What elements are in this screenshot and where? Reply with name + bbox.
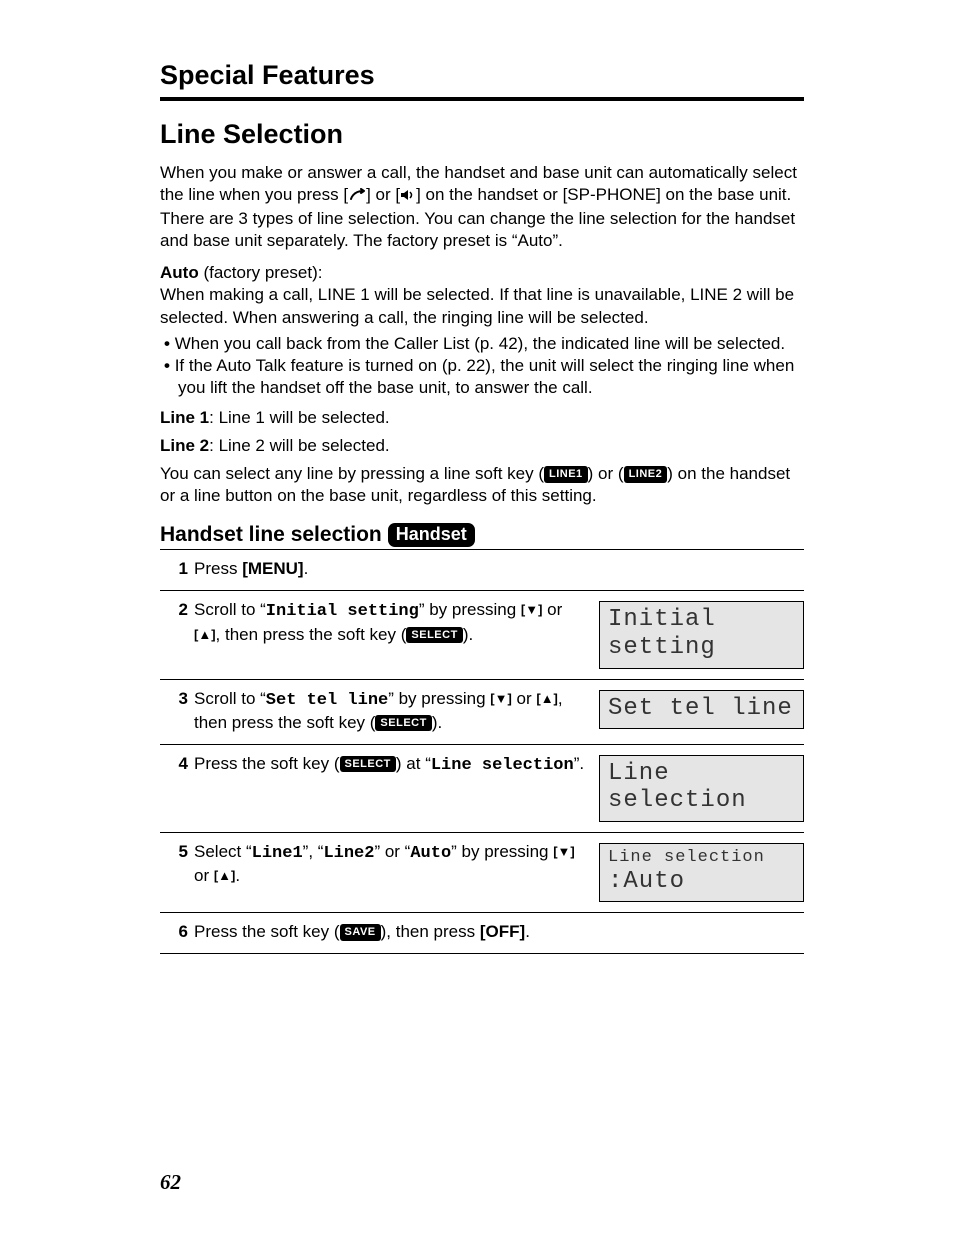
s3-c: or xyxy=(512,689,537,708)
softkey-note: You can select any line by pressing a li… xyxy=(160,463,804,507)
step-num-6: 6 xyxy=(160,913,194,954)
speaker-key-icon xyxy=(400,186,416,208)
s2-e: ). xyxy=(463,625,473,644)
handset-badge: Handset xyxy=(388,523,475,547)
step-row-1: 1 Press [MENU]. xyxy=(160,550,804,591)
save-chip: SAVE xyxy=(340,924,381,940)
step-row-4: 4 Press the soft key (SELECT) at “Line s… xyxy=(160,744,804,832)
s5-c: ” or “ xyxy=(374,842,410,861)
step-row-5: 5 Select “Line1”, “Line2” or “Auto” by p… xyxy=(160,832,804,912)
up-icon: [▲] xyxy=(536,691,558,706)
s4-b: ) at “ xyxy=(396,754,431,773)
section-title: Line Selection xyxy=(160,119,804,150)
s6-a: Press the soft key ( xyxy=(194,922,340,941)
softkey-a: You can select any line by pressing a li… xyxy=(160,464,544,483)
lcd-line1: Line selection xyxy=(608,848,795,868)
screen-cell-5: Line selection :Auto xyxy=(595,832,804,912)
s2-mono: Initial setting xyxy=(266,602,419,621)
lcd-line2: :Auto xyxy=(608,868,795,896)
s1-bold: [MENU] xyxy=(242,559,303,578)
s4-c: ”. xyxy=(574,754,584,773)
s5-m2: Line2 xyxy=(323,844,374,863)
softkey-b: ) or ( xyxy=(588,464,624,483)
bullet-1: When you call back from the Caller List … xyxy=(160,333,804,355)
step-body-3: Scroll to “Set tel line” by pressing [▼]… xyxy=(194,679,595,744)
lcd-screen-2: Initial setting xyxy=(599,601,804,668)
s2-b: ” by pressing xyxy=(419,600,521,619)
steps-table: 1 Press [MENU]. 2 Scroll to “Initial set… xyxy=(160,550,804,954)
lcd-screen-4: Line selection xyxy=(599,755,804,822)
chapter-title: Special Features xyxy=(160,60,804,91)
step-num-2: 2 xyxy=(160,591,194,679)
s5-m3: Auto xyxy=(410,844,451,863)
step-num-3: 3 xyxy=(160,679,194,744)
s5-f: . xyxy=(235,866,240,885)
s5-d: ” by pressing xyxy=(451,842,553,861)
s5-a: Select “ xyxy=(194,842,252,861)
s1-pre: Press xyxy=(194,559,242,578)
line1-chip: LINE1 xyxy=(544,466,588,482)
step-num-1: 1 xyxy=(160,550,194,591)
step-row-2: 2 Scroll to “Initial setting” by pressin… xyxy=(160,591,804,679)
s3-mono: Set tel line xyxy=(266,691,388,710)
step-row-6: 6 Press the soft key (SAVE), then press … xyxy=(160,913,804,954)
line1-body: : Line 1 will be selected. xyxy=(209,408,390,427)
s1-post: . xyxy=(304,559,309,578)
s5-b: ”, “ xyxy=(303,842,324,861)
line1-def: Line 1: Line 1 will be selected. xyxy=(160,407,804,429)
line2-chip: LINE2 xyxy=(624,466,668,482)
auto-bullets: When you call back from the Caller List … xyxy=(160,333,804,399)
select-chip: SELECT xyxy=(375,715,431,731)
s2-c: or xyxy=(542,600,562,619)
chapter-rule xyxy=(160,97,804,101)
auto-body: When making a call, LINE 1 will be selec… xyxy=(160,285,794,326)
down-icon: [▼] xyxy=(553,844,575,859)
step-row-3: 3 Scroll to “Set tel line” by pressing [… xyxy=(160,679,804,744)
line2-body: : Line 2 will be selected. xyxy=(209,436,390,455)
select-chip: SELECT xyxy=(406,627,462,643)
intro-paragraph: When you make or answer a call, the hand… xyxy=(160,162,804,252)
line2-def: Line 2: Line 2 will be selected. xyxy=(160,435,804,457)
screen-cell-4: Line selection xyxy=(595,744,804,832)
line2-label: Line 2 xyxy=(160,436,209,455)
s6-bold: [OFF] xyxy=(480,922,525,941)
line1-label: Line 1 xyxy=(160,408,209,427)
step-body-6: Press the soft key (SAVE), then press [O… xyxy=(194,913,804,954)
s3-e: ). xyxy=(432,713,442,732)
screen-cell-3: Set tel line xyxy=(595,679,804,744)
bullet-2: If the Auto Talk feature is turned on (p… xyxy=(160,355,804,399)
step-num-4: 4 xyxy=(160,744,194,832)
auto-label: Auto xyxy=(160,263,199,282)
down-icon: [▼] xyxy=(521,602,543,617)
screen-cell-2: Initial setting xyxy=(595,591,804,679)
s6-c: . xyxy=(525,922,530,941)
lcd-screen-5: Line selection :Auto xyxy=(599,843,804,902)
s4-a: Press the soft key ( xyxy=(194,754,340,773)
step-body-1: Press [MENU]. xyxy=(194,550,804,591)
s3-b: ” by pressing xyxy=(388,689,490,708)
down-icon: [▼] xyxy=(490,691,512,706)
intro-text-b: ] or [ xyxy=(366,185,400,204)
s2-d: , then press the soft key ( xyxy=(216,625,407,644)
step-body-4: Press the soft key (SELECT) at “Line sel… xyxy=(194,744,595,832)
auto-block: Auto (factory preset): When making a cal… xyxy=(160,262,804,328)
page-number: 62 xyxy=(160,1170,181,1195)
subsection-heading: Handset line selection Handset xyxy=(160,523,804,547)
step-body-5: Select “Line1”, “Line2” or “Auto” by pre… xyxy=(194,832,595,912)
s2-a: Scroll to “ xyxy=(194,600,266,619)
s4-mono: Line selection xyxy=(431,756,574,775)
s5-m1: Line1 xyxy=(252,844,303,863)
select-chip: SELECT xyxy=(340,756,396,772)
s3-a: Scroll to “ xyxy=(194,689,266,708)
s6-b: ), then press xyxy=(381,922,480,941)
talk-key-icon xyxy=(348,186,366,208)
step-body-2: Scroll to “Initial setting” by pressing … xyxy=(194,591,595,679)
up-icon: [▲] xyxy=(194,627,216,642)
up-icon: [▲] xyxy=(214,868,236,883)
s5-e: or xyxy=(194,866,214,885)
auto-suffix: (factory preset): xyxy=(199,263,323,282)
subsection-title: Handset line selection xyxy=(160,523,382,547)
lcd-screen-3: Set tel line xyxy=(599,690,804,730)
step-num-5: 5 xyxy=(160,832,194,912)
